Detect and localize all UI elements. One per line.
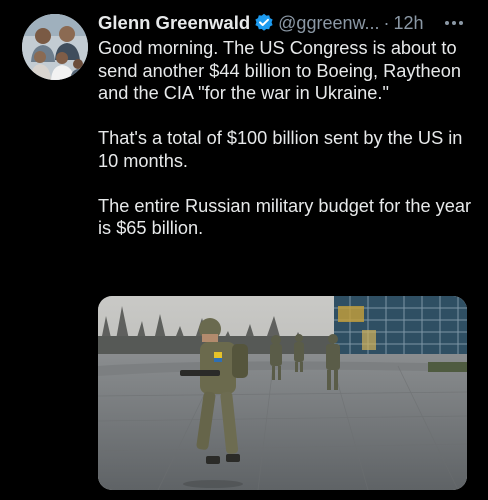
author-avatar[interactable]: [22, 14, 88, 80]
tweet-photo[interactable]: [98, 296, 467, 490]
author-name[interactable]: Glenn Greenwald: [98, 12, 250, 34]
tweet-paragraph: Good morning. The US Congress is about t…: [98, 38, 462, 103]
author-handle[interactable]: @ggreenw...: [278, 13, 379, 34]
verified-badge-icon: [254, 13, 274, 33]
tweet-text: Good morning. The US Congress is about t…: [98, 37, 476, 262]
tweet-paragraph: That's a total of $100 billion sent by t…: [98, 128, 463, 171]
tweet[interactable]: Glenn Greenwald @ggreenw... · 12h Good m…: [0, 0, 488, 500]
tweet-timestamp[interactable]: 12h: [394, 13, 424, 34]
tweet-paragraph: The entire Russian military budget for t…: [98, 195, 472, 239]
header-separator: ·: [383, 12, 390, 33]
more-options-icon[interactable]: [442, 14, 466, 32]
tweet-header: Glenn Greenwald @ggreenw... · 12h: [98, 10, 478, 36]
